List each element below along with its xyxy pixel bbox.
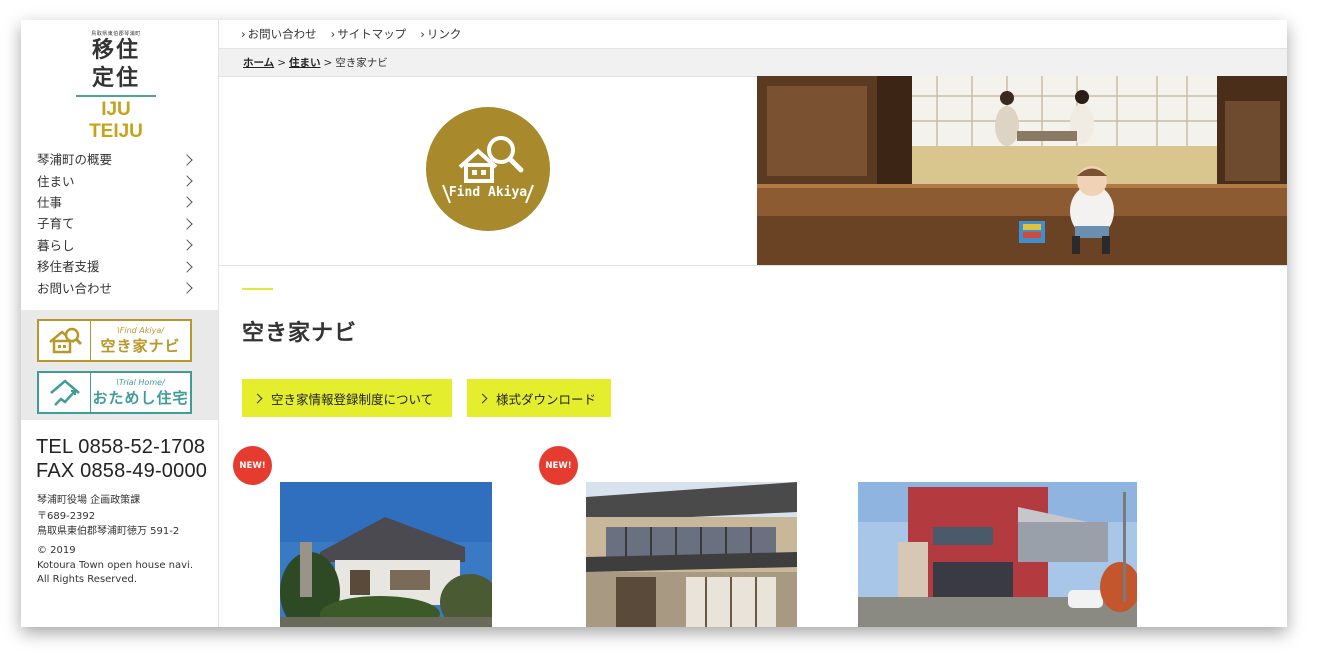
hero-photo <box>757 76 1287 265</box>
sidebar-nav: 琴浦町の概要 住まい 仕事 子育て 暮らし 移住者支援 お問い合わせ <box>37 149 195 299</box>
copyright-rights: All Rights Reserved. <box>37 574 138 585</box>
logo-divider <box>76 95 156 97</box>
nav-item-contact[interactable]: お問い合わせ <box>37 277 195 298</box>
chevron-right-icon <box>181 218 193 230</box>
breadcrumb: ホーム > 住まい > 空き家ナビ <box>219 48 1287 77</box>
nav-item-support[interactable]: 移住者支援 <box>37 256 195 277</box>
new-badge: NEW! <box>233 446 272 485</box>
office-name: 琴浦町役場 企画政策課 <box>37 495 141 506</box>
copyright-name: Kotoura Town open house navi. <box>37 559 194 571</box>
logo-en: IJU TEIJU <box>89 99 143 142</box>
nav-item-housing[interactable]: 住まい <box>37 170 195 191</box>
register-info-button[interactable]: 空き家情報登録制度について <box>242 379 452 417</box>
page-title: 空き家ナビ <box>242 321 358 346</box>
site-logo[interactable]: 鳥取県東伯郡琴浦町 移住 定住 IJU TEIJU <box>76 30 156 143</box>
breadcrumb-sep: > <box>323 56 333 69</box>
contact-phones: TEL 0858-52-1708 FAX 0858-49-0000 <box>36 435 207 483</box>
breadcrumb-sep: > <box>277 56 286 69</box>
breadcrumb-living[interactable]: 住まい <box>289 55 321 70</box>
emblem-text: Find Akiya <box>448 185 528 200</box>
nav-item-work[interactable]: 仕事 <box>37 192 195 213</box>
chevron-right-icon <box>181 239 193 251</box>
find-akiya-emblem: Find Akiya <box>426 107 550 231</box>
trial-home-banner[interactable]: \Trial Home/ おためし住宅 <box>37 371 192 414</box>
banner-area: \Find Akiya/ 空き家ナビ \Trial Home/ おためし住宅 <box>21 310 218 420</box>
banner-main: おためし住宅 <box>92 388 189 407</box>
logo-line2: 定住 <box>91 66 140 91</box>
nav-label: 住まい <box>37 173 75 189</box>
banner-sub: \Find Akiya/ <box>117 325 164 335</box>
akiya-navi-banner[interactable]: \Find Akiya/ 空き家ナビ <box>37 319 192 362</box>
chevron-right-icon <box>181 175 193 187</box>
hero-section: Find Akiya <box>219 76 1287 266</box>
new-badge: NEW! <box>539 446 578 485</box>
chevron-right-icon <box>181 196 193 209</box>
office-address: 琴浦町役場 企画政策課 〒689-2392 鳥取県東伯郡琴浦町徳万 591-2 <box>37 493 179 540</box>
nav-item-overview[interactable]: 琴浦町の概要 <box>37 149 195 170</box>
property-card-photo[interactable] <box>858 482 1137 627</box>
browser-window: 鳥取県東伯郡琴浦町 移住 定住 IJU TEIJU 琴浦町の概要 住まい 仕事 … <box>21 20 1287 627</box>
copyright-year: © 2019 <box>37 545 76 556</box>
chevron-right-icon <box>181 260 193 273</box>
breadcrumb-current: 空き家ナビ <box>335 57 388 69</box>
title-accent-line <box>242 288 273 290</box>
nav-label: 琴浦町の概要 <box>37 152 113 168</box>
chevron-right-icon <box>181 154 193 166</box>
copyright: © 2019 Kotoura Town open house navi. All… <box>37 544 193 588</box>
logo-region: 鳥取県東伯郡琴浦町 <box>91 31 141 37</box>
postal-code: 〒689-2392 <box>37 510 96 522</box>
nav-item-living[interactable]: 暮らし <box>37 235 195 256</box>
house-search-icon <box>39 321 91 360</box>
street-address: 鳥取県東伯郡琴浦町徳万 591-2 <box>37 526 180 537</box>
property-card-photo[interactable] <box>280 482 492 627</box>
nav-label: 移住者支援 <box>37 259 100 275</box>
top-nav: お問い合わせ サイトマップ リンク <box>219 20 1287 48</box>
nav-label: 暮らし <box>37 237 75 253</box>
topnav-contact[interactable]: お問い合わせ <box>241 26 317 42</box>
trial-house-icon <box>39 373 91 412</box>
fax-number: FAX 0858-49-0000 <box>36 460 208 482</box>
nav-label: 仕事 <box>37 194 63 210</box>
nav-item-childcare[interactable]: 子育て <box>37 213 195 234</box>
logo-line1: 移住 <box>91 38 140 63</box>
chevron-right-icon <box>181 282 193 294</box>
tel-number: TEL 0858-52-1708 <box>36 436 206 458</box>
sidebar: 鳥取県東伯郡琴浦町 移住 定住 IJU TEIJU 琴浦町の概要 住まい 仕事 … <box>21 20 219 627</box>
breadcrumb-home[interactable]: ホーム <box>243 55 274 70</box>
nav-label: お問い合わせ <box>37 280 113 296</box>
form-download-button[interactable]: 様式ダウンロード <box>467 379 611 417</box>
topnav-sitemap[interactable]: サイトマップ <box>331 26 406 42</box>
house-search-icon <box>442 136 534 204</box>
banner-main: 空き家ナビ <box>100 336 181 355</box>
nav-label: 子育て <box>37 216 75 232</box>
topnav-links[interactable]: リンク <box>420 26 462 42</box>
main-content: お問い合わせ サイトマップ リンク ホーム > 住まい > 空き家ナビ <box>219 20 1287 627</box>
property-card-photo[interactable] <box>586 482 797 627</box>
banner-sub: \Trial Home/ <box>116 377 165 387</box>
